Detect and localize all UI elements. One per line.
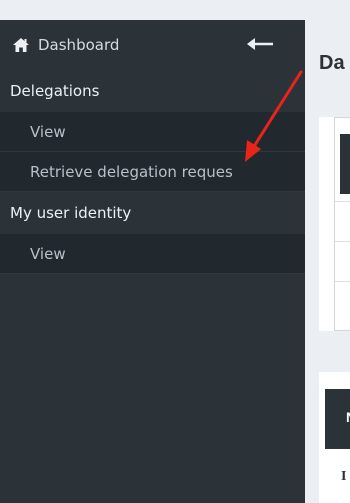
section-my-user-identity[interactable]: My user identity xyxy=(0,192,305,234)
card-top xyxy=(319,117,350,331)
card-bottom: N I xyxy=(319,372,350,503)
table-row-divider xyxy=(335,241,350,242)
sidebar: Dashboard Delegations View Retrieve dele… xyxy=(0,20,305,503)
home-icon xyxy=(12,37,30,53)
table-row-divider xyxy=(335,201,350,202)
table-header-label: N xyxy=(346,409,350,425)
top-strip xyxy=(0,0,350,20)
table-header: N xyxy=(325,389,350,449)
sidebar-item-delegations-view[interactable]: View xyxy=(0,112,305,152)
sidebar-header[interactable]: Dashboard xyxy=(0,20,305,70)
page-title: Da xyxy=(319,52,345,74)
sidebar-item-identity-view[interactable]: View xyxy=(0,234,305,274)
arrow-left-icon[interactable] xyxy=(243,34,277,54)
section-delegations[interactable]: Delegations xyxy=(0,70,305,112)
table-header xyxy=(340,134,350,194)
dashboard-link[interactable]: Dashboard xyxy=(38,36,119,54)
table-cell: I xyxy=(341,469,347,484)
sidebar-item-retrieve-delegation-request[interactable]: Retrieve delegation reques xyxy=(0,152,305,192)
table-row-divider xyxy=(335,281,350,282)
main-content: Da N I xyxy=(305,20,350,503)
